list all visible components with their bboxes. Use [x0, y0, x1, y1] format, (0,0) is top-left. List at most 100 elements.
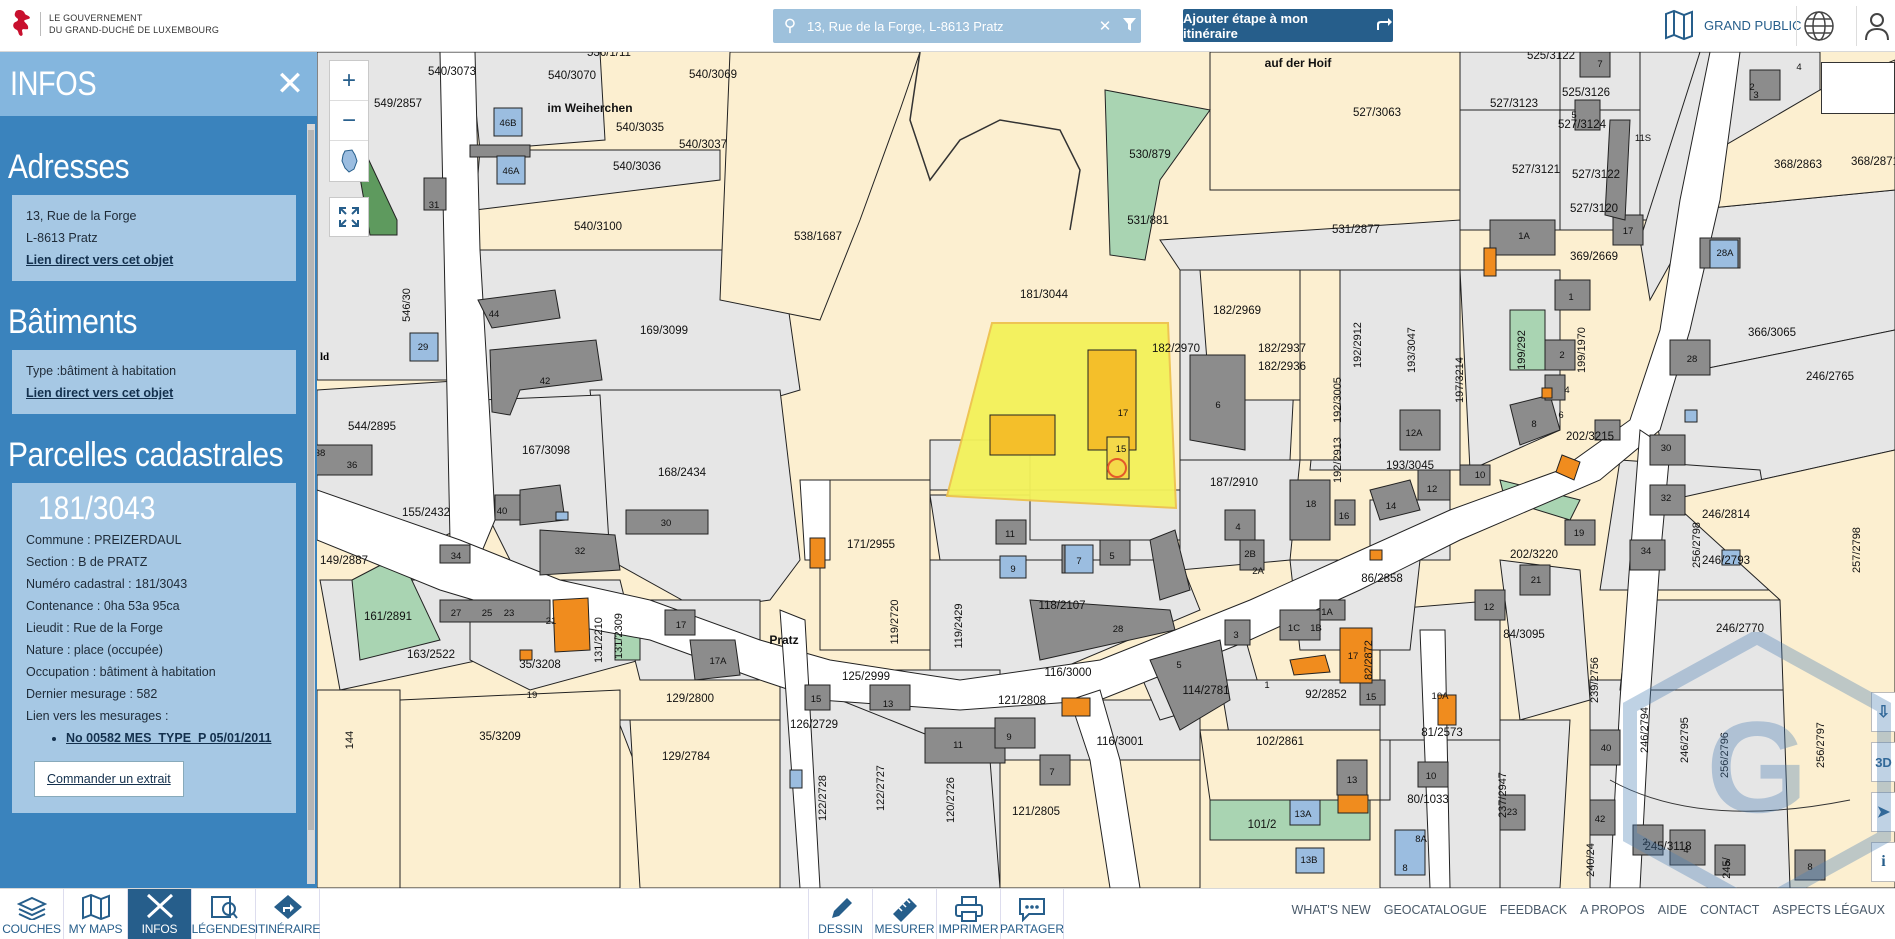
parcel-label: 246/2765: [1806, 371, 1854, 383]
parcel-label: 540/3036: [613, 161, 661, 173]
globe-icon[interactable]: [1796, 6, 1840, 46]
house-number-label: 9: [1006, 732, 1011, 743]
house-number-label: 12: [1427, 484, 1438, 495]
link-aide[interactable]: AIDE: [1658, 903, 1687, 917]
parcel-label: 540/3070: [548, 70, 596, 82]
house-number-label: 30: [1661, 443, 1672, 454]
house-number-label: 11: [1005, 529, 1015, 540]
parcel-label: 366/3065: [1748, 327, 1796, 339]
tool-share-label: PARTAGER: [1000, 922, 1065, 936]
user-icon[interactable]: [1856, 6, 1895, 46]
address-direct-link[interactable]: Lien direct vers cet objet: [26, 249, 282, 271]
parcel-label: 118/2107: [1038, 600, 1085, 612]
house-number-label: 17A: [710, 656, 728, 667]
house-number-label: 21: [1531, 575, 1542, 586]
tab-my-maps[interactable]: MY MAPS: [64, 889, 128, 939]
tab-itinerary[interactable]: ITINÉRAIRE: [255, 889, 320, 939]
search-input[interactable]: [807, 18, 1093, 34]
search-icon[interactable]: ⚲: [773, 16, 807, 36]
printer-icon: [954, 896, 983, 922]
link-geocatalogue[interactable]: GEOCATALOGUE: [1384, 903, 1487, 917]
info-panel-content[interactable]: Adresses 13, Rue de la Forge L-8613 Prat…: [0, 116, 317, 888]
house-number-label: 23: [504, 608, 515, 619]
country-extent-button[interactable]: [330, 141, 368, 181]
link-whats-new[interactable]: WHAT'S NEW: [1292, 903, 1371, 917]
place-name-label: im Weiherchen: [547, 101, 632, 115]
tab-legends[interactable]: LÉGENDES: [192, 889, 256, 939]
zoom-out-button[interactable]: −: [330, 101, 368, 141]
scrollbar-thumb[interactable]: [308, 130, 314, 830]
parcel-label: 192/2913: [1332, 437, 1344, 483]
luxembourg-icon: [341, 149, 358, 173]
order-extract-button[interactable]: Commander un extrait: [34, 761, 184, 797]
parcel-label: 256/2798: [1691, 522, 1703, 568]
house-number-label: 40: [1601, 743, 1612, 754]
tool-measure[interactable]: MESURER: [872, 889, 936, 939]
house-number-label: 38: [317, 448, 325, 459]
parcel-label: 119/2720: [889, 599, 901, 644]
parcel-measure-links-label: Lien vers les mesurages :: [26, 709, 169, 723]
house-number-label: 7: [1049, 767, 1054, 778]
link-a-propos[interactable]: A PROPOS: [1580, 903, 1645, 917]
tool-print[interactable]: IMPRIMER: [936, 889, 1000, 939]
tool-measure-label: MESURER: [874, 922, 935, 936]
house-number-label: 17: [1348, 651, 1359, 662]
add-route-stop-button[interactable]: Ajouter étape à mon itinéraire: [1183, 9, 1393, 42]
tab-infos[interactable]: INFOS: [128, 889, 192, 939]
link-legal[interactable]: ASPECTS LÉGAUX: [1772, 903, 1885, 917]
zoom-in-button[interactable]: +: [330, 61, 368, 101]
link-feedback[interactable]: FEEDBACK: [1500, 903, 1567, 917]
house-number-label: 32: [575, 546, 586, 557]
parcel-label: 527/3124: [1558, 119, 1607, 131]
parcel-label: 86/2858: [1361, 573, 1403, 585]
close-icon[interactable]: ✕: [273, 67, 307, 101]
parcel-label: 114/2781: [1182, 685, 1229, 697]
map-view[interactable]: 536/1/11 540/3073 540/3070 549/2857 im Weihe…: [317, 52, 1895, 888]
tab-infos-label: INFOS: [141, 922, 178, 936]
parcel-label: 171/2955: [847, 539, 895, 551]
house-number-label: 12A: [1406, 428, 1424, 439]
place-name-label: Pratz: [769, 633, 798, 647]
pencil-icon: [831, 898, 852, 918]
parcel-label: 192/2912: [1352, 322, 1364, 368]
sidebar-scrollbar[interactable]: [307, 124, 315, 884]
house-number-label: 5: [1176, 660, 1181, 671]
building-direct-link[interactable]: Lien direct vers cet objet: [26, 382, 282, 404]
arrow-turn-icon: [1375, 17, 1393, 34]
building-type: Type :bâtiment à habitation: [26, 364, 177, 378]
buildings-title: Bâtiments: [8, 303, 138, 341]
address-line2: L-8613 Pratz: [26, 231, 98, 245]
measure-link[interactable]: No 00582 MES_TYPE_P 05/01/2011: [66, 727, 282, 749]
parcel-label: 169/3099: [640, 325, 688, 337]
parcel-label: 368/2871: [1851, 156, 1895, 168]
tool-draw[interactable]: DESSIN: [808, 889, 872, 939]
fullscreen-button[interactable]: [329, 197, 369, 237]
parcel-label: 182/2970: [1152, 343, 1200, 355]
parcel-occupation: Occupation : bâtiment à habitation: [26, 665, 216, 679]
link-contact[interactable]: CONTACT: [1700, 903, 1760, 917]
parcel-label: 540/3073: [428, 66, 476, 78]
parcel-section: Section : B de PRATZ: [26, 555, 148, 569]
house-number-label: 13A: [1295, 809, 1313, 820]
clear-icon[interactable]: ✕: [1093, 17, 1117, 35]
parcel-last-measure: Dernier mesurage : 582: [26, 687, 158, 701]
address-card: 13, Rue de la Forge L-8613 Pratz Lien di…: [12, 195, 296, 281]
house-number-label: 30: [661, 518, 672, 529]
parcel-label: 182/2937: [1258, 343, 1306, 355]
government-logo[interactable]: Le Gouvernement du Grand-Duché de Luxemb…: [10, 8, 219, 40]
house-number-label: 36: [347, 460, 358, 471]
house-number-label: 40: [497, 506, 508, 517]
info-panel-title: INFOS: [10, 64, 97, 103]
parcel-label: 546/30: [401, 288, 413, 322]
house-number-label: 5: [1571, 110, 1576, 121]
tab-layers[interactable]: COUCHES: [0, 889, 64, 939]
parcel-label: 149/2887: [320, 555, 368, 567]
parcel-label: 240/24: [1585, 843, 1597, 877]
house-number-label: 1A: [1518, 231, 1530, 242]
overview-map-box[interactable]: [1821, 62, 1895, 114]
parcel-label: 538/1687: [794, 231, 842, 243]
parcel-label: 540/3100: [574, 221, 622, 233]
filter-icon[interactable]: [1117, 17, 1141, 35]
profile-selector[interactable]: GRAND PUBLIC: [1664, 8, 1802, 42]
tool-share[interactable]: PARTAGER: [1000, 889, 1064, 939]
